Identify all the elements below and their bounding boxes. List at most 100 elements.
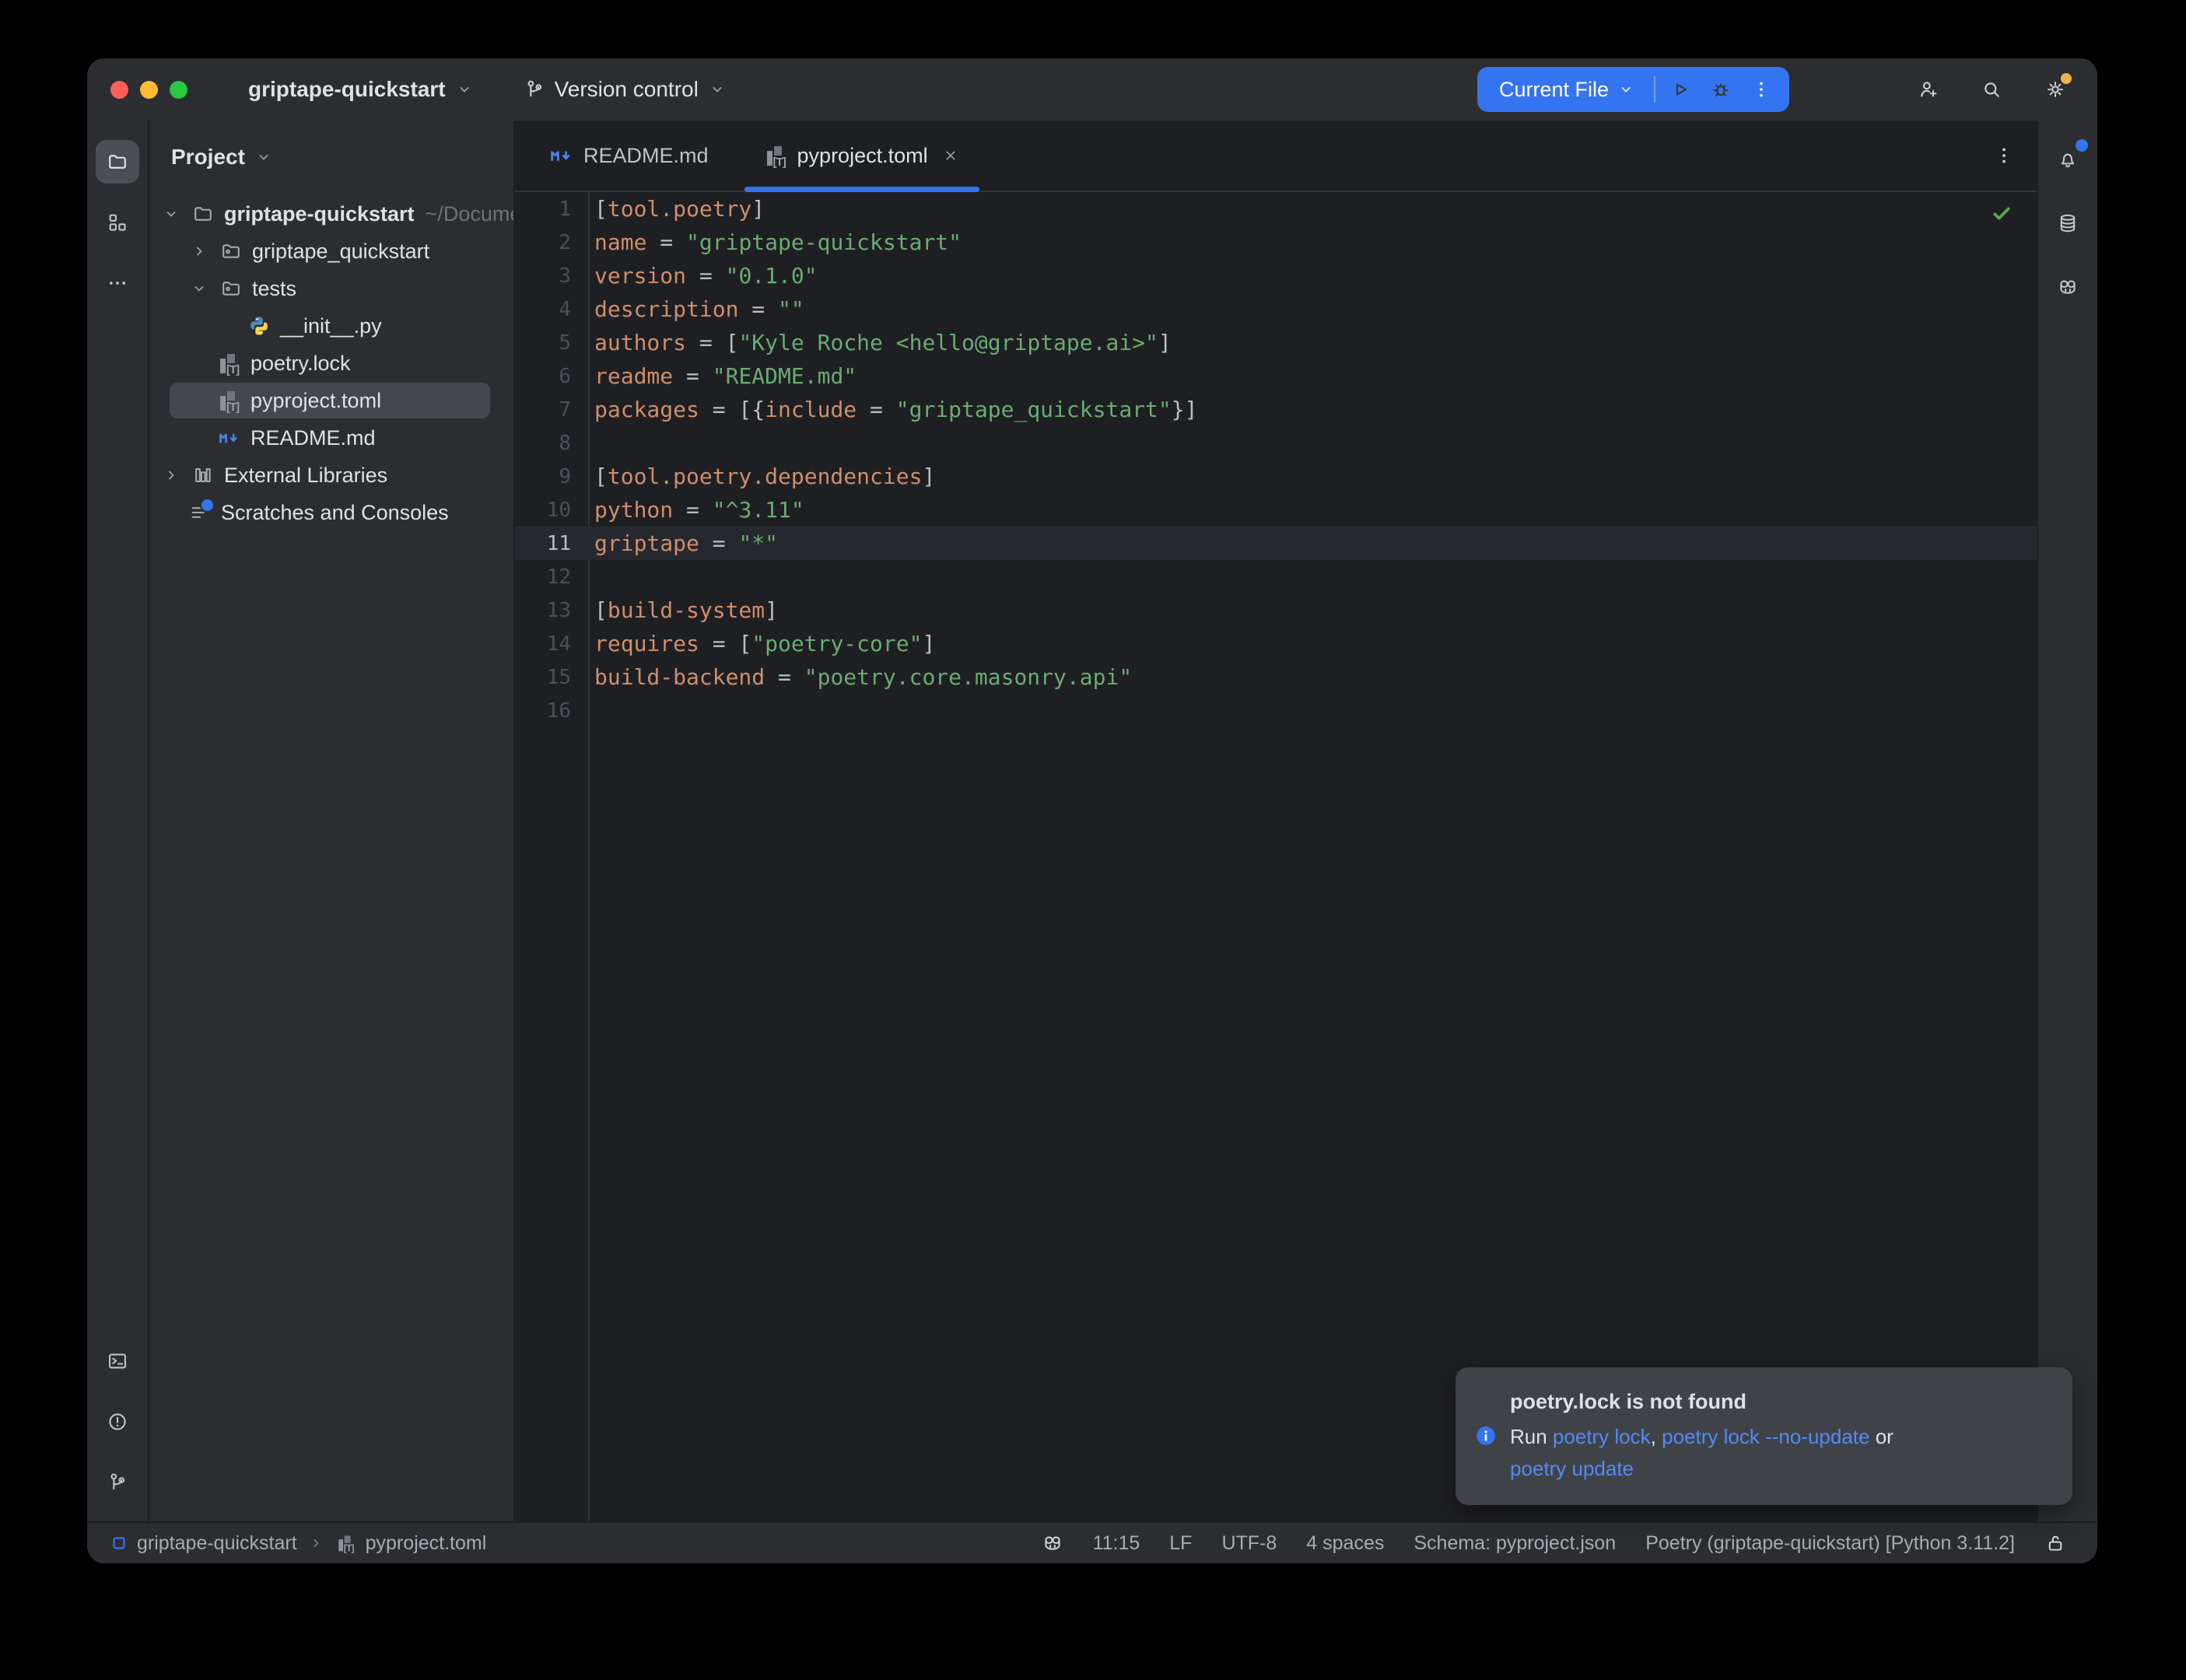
line-number: 1 [515, 198, 588, 221]
tree-item-griptape-quickstart[interactable]: griptape-quickstart ~/Docume [149, 195, 513, 233]
notification-link[interactable]: poetry lock [1553, 1425, 1651, 1448]
line-number: 5 [515, 331, 588, 355]
code-text: [tool.poetry] [588, 196, 765, 222]
line-number: 6 [515, 365, 588, 388]
chevron-down-icon [254, 148, 273, 166]
tree-item-readme-md[interactable]: README.md [149, 419, 513, 457]
status-label: Poetry (griptape-quickstart) [Python 3.1… [1645, 1532, 2015, 1555]
code-line-11[interactable]: 11griptape = "*" [515, 527, 2037, 560]
tree-item--init-py[interactable]: __init__.py [149, 307, 513, 345]
debug-button[interactable] [1701, 69, 1741, 110]
editor-tab-readme-md[interactable]: README.md [529, 121, 729, 191]
notification-link[interactable]: poetry lock --no-update [1662, 1425, 1869, 1448]
chevron-right-icon[interactable] [160, 464, 182, 486]
git-tool-window-button[interactable] [96, 1461, 139, 1504]
markdown-icon [218, 426, 241, 450]
line-number: 4 [515, 298, 588, 321]
status-schema-pyproject-json[interactable]: Schema: pyproject.json [1414, 1532, 1616, 1555]
chevron-down-icon[interactable] [160, 203, 182, 225]
tree-item-griptape-quickstart[interactable]: griptape_quickstart [149, 233, 513, 270]
code-line-5[interactable]: 5authors = ["Kyle Roche <hello@griptape.… [515, 326, 2037, 359]
minimize-window-button[interactable] [140, 81, 158, 99]
code-line-15[interactable]: 15build-backend = "poetry.core.masonry.a… [515, 660, 2037, 694]
tree-item-poetry-lock[interactable]: [T]poetry.lock [149, 345, 513, 382]
tree-item-path: ~/Docume [426, 202, 513, 226]
code-line-6[interactable]: 6readme = "README.md" [515, 359, 2037, 393]
terminal-tool-window-button[interactable] [96, 1339, 139, 1383]
tree-item-label: griptape-quickstart [224, 202, 415, 226]
run-button[interactable] [1660, 69, 1701, 110]
status-utf-8[interactable]: UTF-8 [1221, 1532, 1277, 1555]
tree-item-label: External Libraries [224, 464, 387, 488]
line-number: 11 [515, 532, 588, 555]
tree-item-scratches-and-consoles[interactable]: Scratches and Consoles [149, 494, 513, 531]
project-panel-header[interactable]: Project [149, 121, 513, 175]
notification-text: Run [1510, 1425, 1553, 1448]
code-line-8[interactable]: 8 [515, 426, 2037, 460]
tree-item-label: tests [252, 277, 296, 301]
status-11-15[interactable]: 11:15 [1093, 1532, 1140, 1555]
code-text: [build-system] [588, 597, 778, 623]
vcs-widget[interactable]: Version control [513, 69, 737, 110]
copilot-status[interactable] [1042, 1532, 1063, 1554]
tree-item-external-libraries[interactable]: External Libraries [149, 457, 513, 494]
code-line-7[interactable]: 7packages = [{include = "griptape_quicks… [515, 393, 2037, 426]
toml-file-icon: [T] [218, 389, 241, 412]
more-tool-windows-button[interactable] [96, 261, 139, 305]
code-line-14[interactable]: 14requires = ["poetry-core"] [515, 627, 2037, 660]
line-number: 15 [515, 666, 588, 689]
code-line-10[interactable]: 10python = "^3.11" [515, 493, 2037, 527]
code-line-3[interactable]: 3version = "0.1.0" [515, 259, 2037, 292]
status-4-spaces[interactable]: 4 spaces [1306, 1532, 1384, 1555]
status-label: LF [1169, 1532, 1192, 1555]
code-text: python = "^3.11" [588, 497, 804, 523]
editor-tab-pyproject-toml[interactable]: [T]pyproject.toml [744, 121, 979, 191]
code-with-me-button[interactable] [1906, 68, 1950, 111]
status-label: 4 spaces [1306, 1532, 1384, 1555]
code-line-13[interactable]: 13[build-system] [515, 593, 2037, 627]
tab-options-button[interactable] [1993, 145, 2015, 166]
library-icon [191, 464, 215, 487]
folder-src-icon [219, 240, 243, 263]
code-line-12[interactable]: 12 [515, 560, 2037, 593]
code-editor[interactable]: 1[tool.poetry]2name = "griptape-quicksta… [515, 192, 2037, 1521]
project-panel-title: Project [171, 145, 245, 170]
tree-item-pyproject-toml[interactable]: [T]pyproject.toml [149, 382, 513, 419]
breadcrumb-label: griptape-quickstart [137, 1532, 297, 1555]
breadcrumb-item[interactable]: [T]pyproject.toml [335, 1531, 487, 1555]
database-tool-window-button[interactable] [2046, 201, 2090, 245]
more-run-options-button[interactable] [1741, 69, 1781, 110]
project-switcher[interactable]: griptape-quickstart [237, 69, 485, 110]
toml-file-icon: [T] [218, 352, 241, 375]
code-text: requires = ["poetry-core"] [588, 631, 935, 656]
tree-item-tests[interactable]: tests [149, 270, 513, 307]
breadcrumb-item[interactable]: griptape-quickstart [109, 1532, 297, 1555]
notification-link[interactable]: poetry update [1510, 1457, 1634, 1480]
code-line-4[interactable]: 4description = "" [515, 292, 2037, 326]
project-tool-window-button[interactable] [96, 140, 139, 184]
line-number: 12 [515, 565, 588, 589]
titlebar-actions [1906, 68, 2077, 111]
status-lf[interactable]: LF [1169, 1532, 1192, 1555]
notifications-button[interactable] [2046, 138, 2090, 181]
code-line-9[interactable]: 9[tool.poetry.dependencies] [515, 460, 2037, 493]
maximize-window-button[interactable] [170, 81, 187, 99]
chevron-right-icon[interactable] [188, 240, 210, 262]
run-configuration-selector[interactable]: Current File [1480, 67, 1649, 112]
info-icon [1474, 1386, 1498, 1485]
search-everywhere-button[interactable] [1970, 68, 2013, 111]
close-window-button[interactable] [110, 81, 128, 99]
code-line-1[interactable]: 1[tool.poetry] [515, 192, 2037, 226]
code-text: description = "" [588, 296, 804, 322]
structure-tool-window-button[interactable] [96, 201, 139, 244]
editor-area: README.md[T]pyproject.toml 1[tool.poetry… [515, 121, 2037, 1521]
code-line-16[interactable]: 16 [515, 694, 2037, 727]
settings-button[interactable] [2034, 68, 2077, 111]
problems-tool-window-button[interactable] [96, 1400, 139, 1444]
code-line-2[interactable]: 2name = "griptape-quickstart" [515, 226, 2037, 259]
unlock-status[interactable] [2044, 1532, 2066, 1554]
chevron-down-icon[interactable] [188, 278, 210, 299]
copilot-button[interactable] [2046, 265, 2090, 309]
close-tab-icon[interactable] [942, 147, 959, 164]
status-poetry-griptape-quickstart-python-3-11-2-[interactable]: Poetry (griptape-quickstart) [Python 3.1… [1645, 1532, 2015, 1555]
